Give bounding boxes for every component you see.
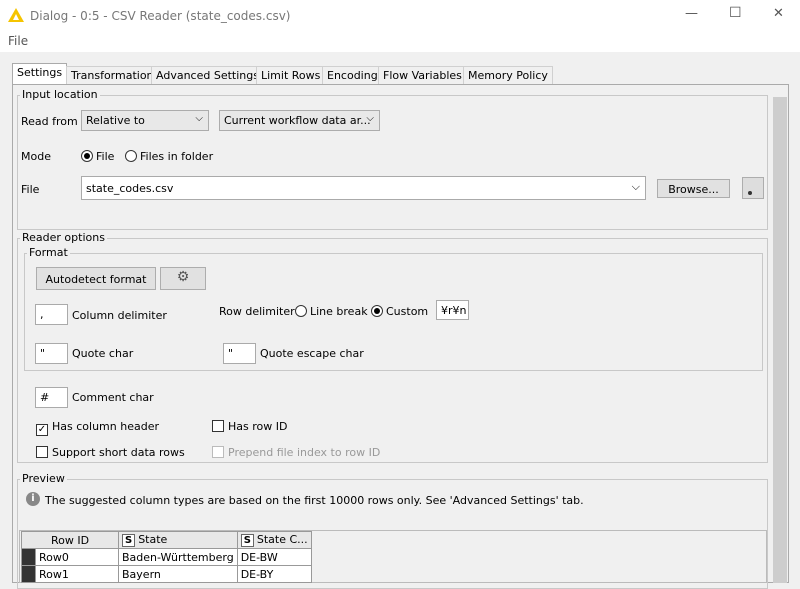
column-header-state-code[interactable]: S State C... (236, 531, 312, 549)
line-break-label: Line break (310, 305, 368, 318)
line-break-radio[interactable]: Line break (295, 305, 368, 318)
read-from-label: Read from (21, 115, 78, 128)
state-cell: Bayern (118, 565, 238, 583)
chevron-down-icon: ⌵ (631, 180, 640, 193)
window-title: Dialog - 0:5 - CSV Reader (state_codes.c… (30, 9, 291, 23)
custom-label: Custom (386, 305, 429, 318)
mode-file-label: File (96, 150, 115, 163)
state-code-cell: DE-BY (236, 565, 312, 583)
area-value: Current workflow data ar... (224, 114, 371, 127)
mode-file-radio[interactable]: File (81, 150, 114, 163)
radio-icon (81, 150, 93, 162)
checkbox-box (212, 446, 224, 458)
has-column-header-checkbox[interactable]: ✓ Has column header (36, 420, 159, 436)
custom-radio[interactable]: Custom (371, 305, 428, 318)
preview-title: Preview (20, 472, 67, 485)
state-code-cell: DE-BW (236, 548, 312, 566)
flow-variable-icon (748, 191, 752, 195)
tab-settings[interactable]: Settings (12, 63, 68, 85)
info-icon: i (26, 492, 40, 506)
column-header-label: State C... (256, 533, 308, 546)
radio-icon (125, 150, 137, 162)
autodetect-format-button[interactable]: Autodetect format (36, 267, 156, 290)
table-row[interactable]: Row0 Baden-Württemberg DE-BW (21, 548, 312, 566)
read-from-value: Relative to (86, 114, 145, 127)
tab-memory-policy[interactable]: Memory Policy (463, 66, 553, 84)
row-delimiter-label: Row delimiter (219, 305, 295, 318)
reader-options-title: Reader options (20, 231, 107, 244)
format-title: Format (27, 246, 70, 259)
minimize-button[interactable]: — (685, 6, 698, 21)
tab-limit-rows[interactable]: Limit Rows (256, 66, 326, 84)
input-location-title: Input location (20, 88, 100, 101)
mode-label: Mode (21, 150, 51, 163)
row-id-cell: Row0 (35, 548, 119, 566)
chevron-down-icon: ⌵ (366, 113, 374, 124)
support-short-rows-checkbox[interactable]: Support short data rows (36, 446, 185, 459)
mode-folder-radio[interactable]: Files in folder (125, 150, 213, 163)
comment-char-input[interactable]: # (35, 387, 68, 408)
close-button[interactable]: ✕ (773, 6, 784, 21)
file-path-input[interactable]: state_codes.csv ⌵ (81, 176, 646, 200)
preview-table: Row ID S State S State C... Row0 Baden-Wür… (21, 531, 312, 583)
column-header-label: State (138, 533, 168, 546)
prepend-file-index-checkbox[interactable]: Prepend file index to row ID (212, 446, 380, 459)
menu-bar: File (0, 32, 800, 52)
checkbox-box (212, 420, 224, 432)
checkmark-icon: ✓ (36, 424, 48, 436)
mode-folder-label: Files in folder (140, 150, 214, 163)
row-id-cell: Row1 (35, 565, 119, 583)
format-settings-gear-icon[interactable]: ⚙ (160, 267, 206, 290)
maximize-button[interactable]: ☐ (729, 5, 742, 21)
chevron-down-icon: ⌵ (195, 113, 203, 124)
vertical-scrollbar[interactable] (773, 97, 787, 583)
row-marker (21, 565, 36, 583)
row-marker (21, 548, 36, 566)
preview-info-text: The suggested column types are based on … (45, 494, 584, 507)
comment-char-label: Comment char (72, 391, 154, 404)
read-from-select[interactable]: Relative to ⌵ (81, 110, 209, 131)
tab-encoding[interactable]: Encoding (322, 66, 383, 84)
quote-escape-label: Quote escape char (260, 347, 364, 360)
browse-button[interactable]: Browse... (657, 179, 730, 198)
column-delimiter-label: Column delimiter (72, 309, 167, 322)
file-label: File (21, 183, 40, 196)
tab-flow-variables[interactable]: Flow Variables (378, 66, 467, 84)
knime-warning-icon (8, 8, 24, 22)
tab-advanced-settings[interactable]: Advanced Settings (151, 66, 264, 84)
string-type-icon: S (240, 534, 254, 547)
checkbox-box (36, 446, 48, 458)
area-select[interactable]: Current workflow data ar... ⌵ (219, 110, 380, 131)
menu-file[interactable]: File (8, 34, 28, 48)
string-type-icon: S (122, 534, 136, 547)
flow-variable-button[interactable] (742, 177, 764, 199)
radio-icon (295, 305, 307, 317)
tab-transformation[interactable]: Transformation (66, 66, 159, 84)
column-header-row-id[interactable]: Row ID (21, 531, 119, 549)
quote-char-label: Quote char (72, 347, 134, 360)
has-column-header-label: Has column header (52, 420, 159, 433)
has-row-id-checkbox[interactable]: Has row ID (212, 420, 287, 433)
prepend-file-index-label: Prepend file index to row ID (228, 446, 381, 459)
table-row[interactable]: Row1 Bayern DE-BY (21, 565, 312, 583)
radio-icon (371, 305, 383, 317)
quote-escape-input[interactable]: " (223, 343, 256, 364)
support-short-rows-label: Support short data rows (52, 446, 185, 459)
file-path-value: state_codes.csv (86, 182, 174, 195)
title-bar: Dialog - 0:5 - CSV Reader (state_codes.c… (0, 0, 800, 32)
quote-char-input[interactable]: " (35, 343, 68, 364)
state-cell: Baden-Württemberg (118, 548, 238, 566)
column-header-state[interactable]: S State (118, 531, 238, 549)
has-row-id-label: Has row ID (228, 420, 288, 433)
custom-row-delimiter-input[interactable]: ¥r¥n (436, 300, 469, 320)
column-delimiter-input[interactable]: , (35, 304, 68, 325)
